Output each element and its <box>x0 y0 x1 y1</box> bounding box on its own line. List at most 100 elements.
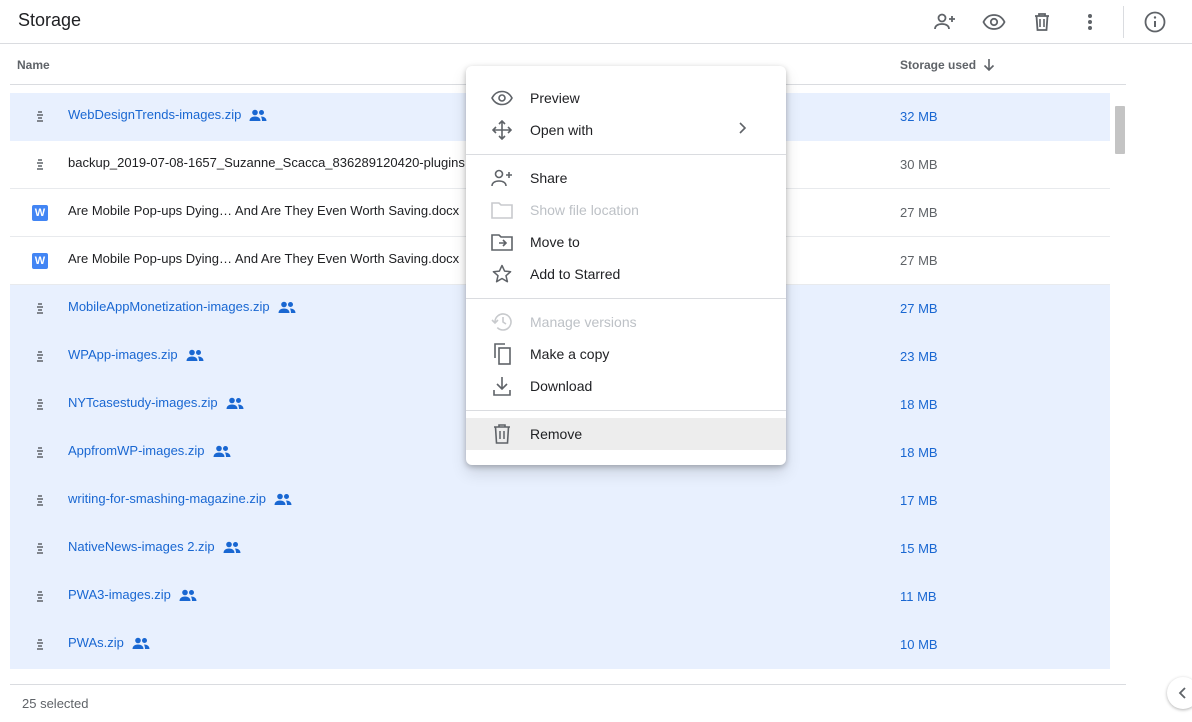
file-size: 32 MB <box>900 109 938 124</box>
menu-item-show-file-location: Show file location <box>466 194 786 226</box>
trash-icon[interactable] <box>1028 8 1056 36</box>
page-title: Storage <box>18 10 82 30</box>
zip-file-icon <box>32 445 48 461</box>
info-icon[interactable] <box>1141 8 1169 36</box>
chevron-left-icon <box>1178 687 1186 699</box>
shared-people-icon <box>226 397 244 409</box>
file-name-cell: PWA3-images.zip <box>68 587 197 602</box>
folder-icon <box>490 200 514 220</box>
file-name-cell: writing-for-smashing-magazine.zip <box>68 491 292 506</box>
file-row[interactable]: PWA3-images.zip 11 MB <box>10 573 1110 621</box>
column-header-storage-used[interactable]: Storage used <box>900 58 996 72</box>
shared-people-icon <box>249 109 267 121</box>
menu-item-make-a-copy[interactable]: Make a copy <box>466 338 786 370</box>
more-vert-icon[interactable] <box>1076 8 1104 36</box>
word-doc-letter: W <box>32 253 48 269</box>
toolbar-divider <box>1123 6 1124 38</box>
menu-item-manage-versions: Manage versions <box>466 306 786 338</box>
chevron-right-icon <box>736 121 748 138</box>
file-size: 30 MB <box>900 157 938 172</box>
shared-people-icon <box>274 493 292 505</box>
shared-people-icon <box>213 445 231 457</box>
shared-people-icon <box>223 541 241 553</box>
file-name-cell: Are Mobile Pop-ups Dying… And Are They E… <box>68 203 485 218</box>
copy-icon <box>490 343 514 365</box>
word-doc-icon: W <box>32 205 48 221</box>
file-size: 27 MB <box>900 301 938 316</box>
menu-item-move-to[interactable]: Move to <box>466 226 786 258</box>
file-name[interactable]: backup_2019-07-08-1657_Suzanne_Scacca_83… <box>68 155 466 170</box>
file-name[interactable]: PWA3-images.zip <box>68 587 171 602</box>
star-outline-icon <box>490 264 514 284</box>
preview-eye-icon[interactable] <box>980 8 1008 36</box>
menu-item-download[interactable]: Download <box>466 370 786 402</box>
column-header-storage-used-label: Storage used <box>900 58 977 72</box>
column-header-name[interactable]: Name <box>17 58 50 72</box>
share-add-person-icon[interactable] <box>931 8 959 36</box>
zip-file-icon <box>32 541 48 557</box>
zip-file-icon <box>32 637 48 653</box>
file-name-cell: WPApp-images.zip <box>68 347 204 362</box>
zip-file-icon <box>32 349 48 365</box>
file-name[interactable]: WebDesignTrends-images.zip <box>68 107 241 122</box>
scrollbar-thumb[interactable] <box>1115 106 1125 154</box>
file-name[interactable]: WPApp-images.zip <box>68 347 178 362</box>
zip-file-icon <box>32 109 48 125</box>
word-doc-icon: W <box>32 253 48 269</box>
menu-divider <box>466 154 786 155</box>
share-add-person-icon <box>490 168 514 188</box>
file-name-cell: NativeNews-images 2.zip <box>68 539 241 554</box>
menu-item-add-to-starred[interactable]: Add to Starred <box>466 258 786 290</box>
file-size: 17 MB <box>900 493 938 508</box>
file-size: 27 MB <box>900 253 938 268</box>
file-size: 11 MB <box>900 589 937 604</box>
menu-item-remove[interactable]: Remove <box>466 418 786 450</box>
zip-file-icon <box>32 589 48 605</box>
word-doc-letter: W <box>32 205 48 221</box>
menu-item-share[interactable]: Share <box>466 162 786 194</box>
selected-count: 25 selected <box>22 696 89 711</box>
file-name[interactable]: Are Mobile Pop-ups Dying… And Are They E… <box>68 203 459 218</box>
menu-item-preview[interactable]: Preview <box>466 82 786 114</box>
file-name[interactable]: PWAs.zip <box>68 635 124 650</box>
selection-footer: 25 selected <box>10 684 1126 722</box>
shared-people-icon <box>278 301 296 313</box>
file-name[interactable]: MobileAppMonetization-images.zip <box>68 299 270 314</box>
context-menu: Preview Open with Share Show file locati… <box>466 66 786 465</box>
file-name-cell: PWAs.zip <box>68 635 150 650</box>
file-name[interactable]: AppfromWP-images.zip <box>68 443 205 458</box>
file-name-cell: Are Mobile Pop-ups Dying… And Are They E… <box>68 251 485 266</box>
file-row[interactable]: writing-for-smashing-magazine.zip 17 MB <box>10 477 1110 525</box>
collapse-panel-button[interactable] <box>1167 677 1192 709</box>
zip-file-icon <box>32 157 48 173</box>
zip-file-icon <box>32 397 48 413</box>
file-row[interactable]: PWAs.zip 10 MB <box>10 621 1110 669</box>
file-name-cell: NYTcasestudy-images.zip <box>68 395 244 410</box>
file-name[interactable]: NativeNews-images 2.zip <box>68 539 215 554</box>
file-size: 23 MB <box>900 349 938 364</box>
file-size: 27 MB <box>900 205 938 220</box>
menu-item-open-with[interactable]: Open with <box>466 114 786 146</box>
move-arrows-icon <box>490 120 514 140</box>
file-name-cell: MobileAppMonetization-images.zip <box>68 299 296 314</box>
file-name[interactable]: writing-for-smashing-magazine.zip <box>68 491 266 506</box>
file-size: 18 MB <box>900 397 938 412</box>
zip-file-icon <box>32 301 48 317</box>
menu-divider <box>466 410 786 411</box>
shared-people-icon <box>186 349 204 361</box>
file-name-cell: backup_2019-07-08-1657_Suzanne_Scacca_83… <box>68 155 466 170</box>
file-name[interactable]: NYTcasestudy-images.zip <box>68 395 218 410</box>
file-size: 10 MB <box>900 637 938 652</box>
move-to-folder-icon <box>490 232 514 252</box>
trash-icon <box>490 424 514 444</box>
file-name[interactable]: Are Mobile Pop-ups Dying… And Are They E… <box>68 251 459 266</box>
sort-arrow-down-icon <box>983 59 995 72</box>
file-row[interactable]: NativeNews-images 2.zip 15 MB <box>10 525 1110 573</box>
file-size: 15 MB <box>900 541 938 556</box>
menu-divider <box>466 298 786 299</box>
download-icon <box>490 376 514 396</box>
shared-people-icon <box>132 637 150 649</box>
zip-file-icon <box>32 493 48 509</box>
file-name-cell: WebDesignTrends-images.zip <box>68 107 267 122</box>
history-icon <box>490 312 514 332</box>
